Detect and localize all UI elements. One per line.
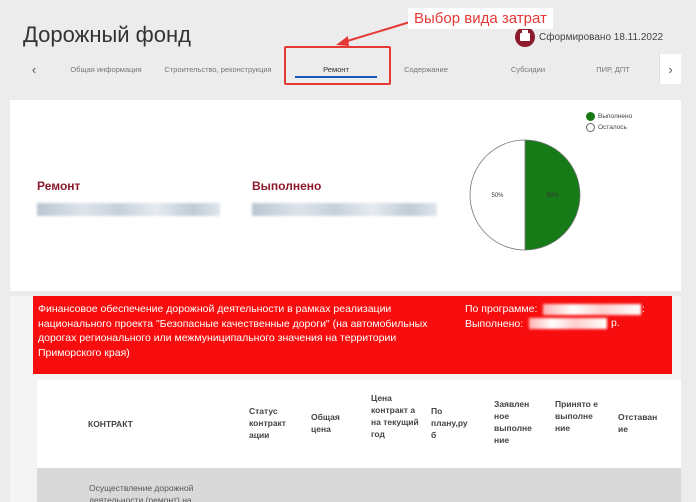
program-banner: Финансовое обеспечение дорожной деятельн…: [33, 296, 672, 374]
print-button[interactable]: [515, 27, 535, 47]
active-tab-underline: [295, 76, 377, 78]
program-total-redacted: [543, 304, 641, 315]
col-claimed-completion[interactable]: Заявлен ное выполне ние: [494, 398, 542, 446]
completion-pie-chart: 50% 50%: [469, 139, 581, 251]
tab-construction[interactable]: Строительство, реконструкция: [153, 54, 283, 84]
legend-item-remaining: Осталось: [586, 123, 632, 132]
done-amount-redacted: [252, 203, 437, 216]
page-title: Дорожный фонд: [23, 22, 192, 47]
done-metric-label: Выполнено: [252, 179, 322, 193]
col-accepted-completion[interactable]: Принято е выполне ние: [555, 398, 603, 434]
tab-general-info[interactable]: Общая информация: [61, 54, 151, 84]
contracts-table-header: КОНТРАКТ Статус контракт ации Общая цена…: [37, 380, 681, 468]
tab-repair[interactable]: Ремонт: [286, 54, 386, 84]
col-contract-status[interactable]: Статус контракт ации: [249, 405, 301, 441]
legend-item-done: Выполнено: [586, 112, 632, 121]
cost-type-tabs: ‹ Общая информация Строительство, реконс…: [23, 54, 681, 84]
repair-metric-label: Ремонт: [37, 179, 81, 193]
generated-date-label: Сформировано 18.11.2022: [539, 32, 664, 43]
col-total-price[interactable]: Общая цена: [311, 411, 355, 435]
program-done-suffix: р.: [611, 317, 620, 329]
chevron-right-icon[interactable]: ›: [659, 54, 681, 84]
program-done-redacted: [529, 318, 607, 329]
program-description: Финансовое обеспечение дорожной деятельн…: [38, 303, 428, 359]
legend-swatch-done: [586, 112, 595, 121]
col-planned[interactable]: По плану,ру б: [431, 405, 475, 441]
repair-amount-redacted: [37, 203, 220, 216]
tab-maintenance[interactable]: Содержание: [391, 54, 461, 84]
annotation-callout: Выбор вида затрат: [408, 8, 553, 29]
contract-name: Осуществление дорожной деятельности (рем…: [89, 483, 194, 502]
chevron-left-icon[interactable]: ‹: [23, 54, 45, 84]
col-delay[interactable]: Отставан ие: [618, 411, 668, 435]
chart-legend: Выполнено Осталось: [586, 112, 632, 134]
program-totals: По программе: Выполнено:: [465, 302, 537, 331]
printer-icon: [520, 30, 530, 41]
program-total-suffix: :: [642, 303, 645, 315]
tab-subsidies[interactable]: Субсидии: [493, 54, 563, 84]
col-current-year-price[interactable]: Цена контракт а на текущий год: [371, 392, 423, 440]
legend-swatch-remaining: [586, 123, 595, 132]
col-contract[interactable]: КОНТРАКТ: [88, 418, 133, 430]
program-done-row: Выполнено:: [465, 317, 524, 330]
tab-design-works[interactable]: ПИР, ДПТ: [578, 54, 648, 84]
table-row[interactable]: Осуществление дорожной деятельности (рем…: [37, 468, 681, 502]
pie-slice-label-0: 50%: [546, 193, 559, 199]
pie-slice-label-1: 50%: [491, 193, 504, 199]
program-total-row: По программе:: [465, 303, 538, 315]
